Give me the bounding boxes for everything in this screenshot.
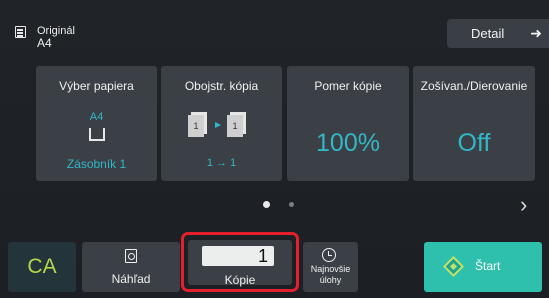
page-indicator-active[interactable] <box>263 201 270 208</box>
tile-copy-ratio[interactable]: Pomer kópie 100% <box>287 66 409 181</box>
copy-screen: Originál A4 Detail ➜ Výber papiera A4 Zá… <box>0 0 549 298</box>
recent-jobs-label-line1: Najnovšie <box>310 264 351 274</box>
preview-label: Náhľad <box>111 272 151 286</box>
start-label: Štart <box>475 259 501 273</box>
tile-title: Pomer kópie <box>314 79 382 93</box>
paper-tray-icon <box>89 128 105 141</box>
preview-button[interactable]: Náhľad <box>82 242 180 292</box>
duplex-mode-value: 1 → 1 <box>206 157 237 169</box>
copies-panel: 1 Kópie <box>188 240 292 287</box>
preview-magnifier-icon <box>125 249 137 263</box>
svg-text:1: 1 <box>193 121 198 131</box>
tile-paper-select[interactable]: Výber papiera A4 Zásobník 1 <box>36 66 157 181</box>
clear-all-button[interactable]: CA <box>8 242 76 292</box>
tile-title: Výber papiera <box>59 79 134 93</box>
tray-value: Zásobník 1 <box>66 157 127 171</box>
history-clock-icon <box>322 248 336 262</box>
start-button[interactable]: Štart <box>424 242 542 292</box>
tile-staple-punch[interactable]: Zošívan./Dierovanie Off <box>413 66 535 181</box>
ca-label: CA <box>27 255 57 278</box>
chevron-right-icon[interactable]: › <box>520 192 527 218</box>
tile-title: Obojstr. kópia <box>184 79 259 93</box>
recent-jobs-label: Najnovšie úlohy <box>303 264 358 286</box>
page-indicator-inactive[interactable] <box>289 202 294 207</box>
copies-label: Kópie <box>224 273 256 287</box>
duplex-1-to-1-icon: 1 1 <box>188 112 246 137</box>
paper-size-value: A4 <box>89 111 104 123</box>
svg-text:1: 1 <box>232 121 237 131</box>
recent-jobs-button[interactable]: Najnovšie úlohy <box>303 242 358 292</box>
tile-duplex-copy[interactable]: Obojstr. kópia 1 1 1 → 1 <box>161 66 282 181</box>
staple-punch-value: Off <box>457 129 491 157</box>
recent-jobs-label-line2: úlohy <box>319 275 342 285</box>
copies-count-field[interactable]: 1 <box>202 246 274 266</box>
detail-label: Detail <box>471 26 505 41</box>
original-document-icon <box>15 26 26 38</box>
detail-button[interactable]: Detail ➜ <box>447 19 549 48</box>
copy-ratio-value: 100% <box>316 129 380 157</box>
arrow-right-icon: ➜ <box>530 25 542 41</box>
original-size-value: A4 <box>37 36 52 50</box>
copies-button[interactable]: 1 Kópie <box>181 232 299 292</box>
tile-title: Zošívan./Dierovanie <box>420 79 528 93</box>
start-diamond-icon <box>442 255 465 278</box>
